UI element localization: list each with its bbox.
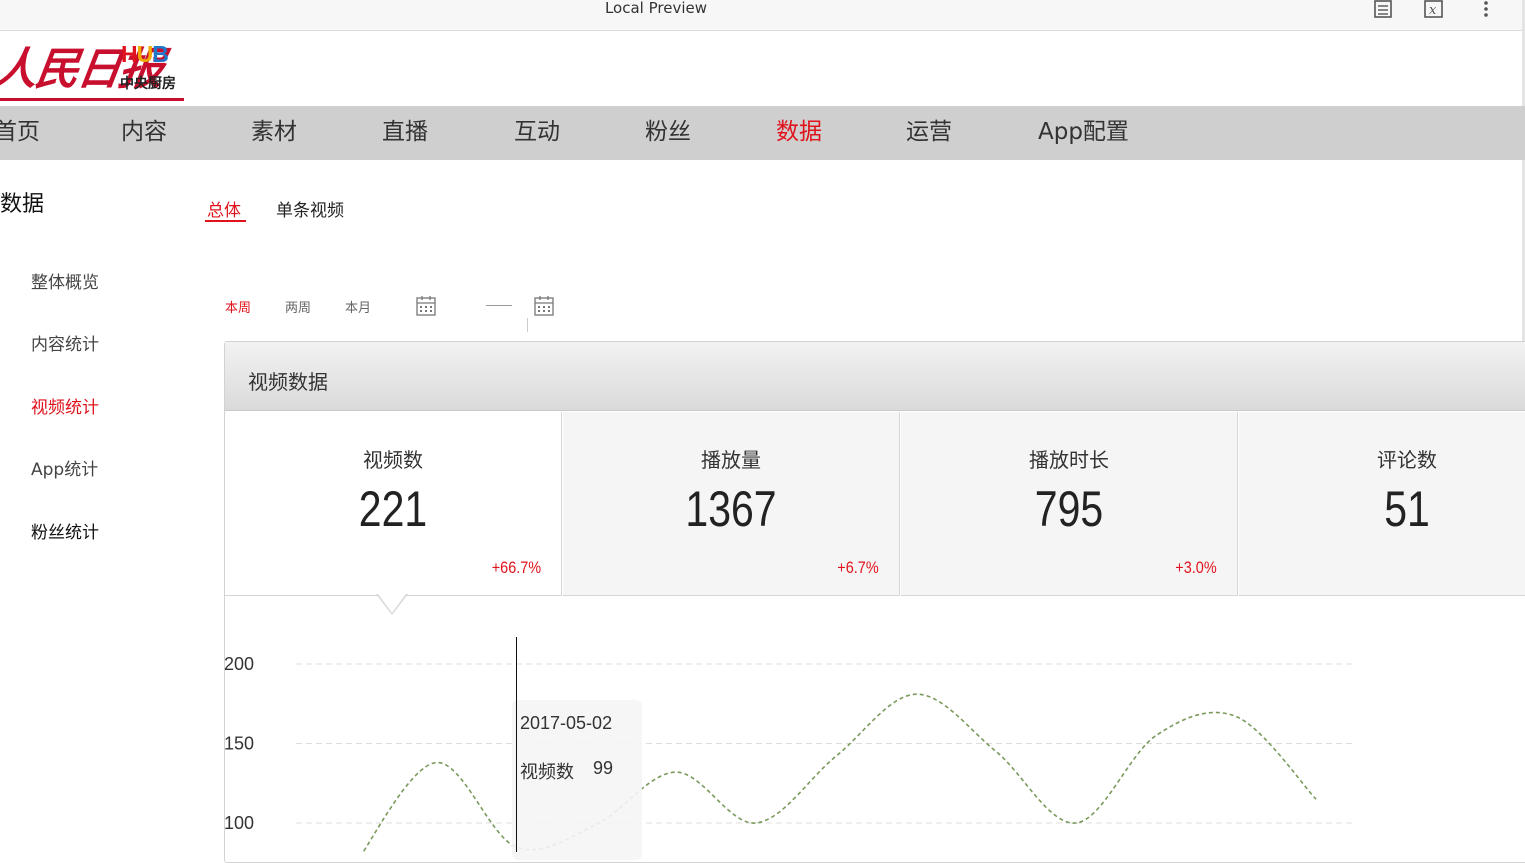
- data-point-2017-05-06[interactable]: [753, 820, 759, 826]
- nav-item-fans[interactable]: 粉丝: [645, 106, 691, 160]
- end-date-calendar-icon[interactable]: [533, 295, 555, 317]
- sidebar-item-overview[interactable]: 整体概览: [31, 268, 99, 293]
- data-point-2017-05-10[interactable]: [913, 691, 919, 697]
- nav-item-content[interactable]: 内容: [121, 106, 167, 160]
- y-tick-label: 150: [224, 734, 254, 754]
- document-icon[interactable]: [1373, 0, 1395, 20]
- video-count-line-chart: 100 150 200: [224, 654, 1356, 852]
- logo-hub: HUB: [121, 41, 169, 67]
- stat-value: 795: [1034, 481, 1104, 537]
- nav-item-operations[interactable]: 运营: [906, 106, 952, 160]
- stat-value: 51: [1384, 481, 1430, 537]
- stat-card-play-duration[interactable]: 播放时长 795 +3.0%: [901, 412, 1238, 596]
- data-point-2017-05-20[interactable]: [1313, 796, 1319, 802]
- sidebar-item-fan-stats[interactable]: 粉丝统计: [31, 518, 99, 543]
- sidebar-title: 数据: [0, 192, 45, 217]
- data-point-2017-05-04[interactable]: [673, 769, 679, 775]
- stat-label: 评论数: [1377, 448, 1437, 472]
- excel-icon[interactable]: x: [1424, 0, 1446, 20]
- data-point-2017-05-08[interactable]: [833, 753, 839, 759]
- stat-card-play-count[interactable]: 播放量 1367 +6.7%: [563, 412, 900, 596]
- period-this-month[interactable]: 本月: [345, 297, 371, 316]
- main-nav: 首页 内容 素材 直播 互动 粉丝 数据 运营 App配置: [0, 106, 1525, 160]
- stat-label: 播放时长: [1029, 448, 1109, 472]
- data-point-2017-05-16[interactable]: [1153, 733, 1159, 739]
- chart-cursor-line: [516, 637, 517, 852]
- tooltip-date: 2017-05-02: [520, 713, 613, 733]
- stat-label: 播放量: [701, 448, 761, 472]
- svg-text:x: x: [1429, 3, 1437, 18]
- date-range-separator: [486, 305, 512, 306]
- sidebar-item-app-stats[interactable]: App统计: [31, 455, 98, 480]
- panel-title: 视频数据: [248, 370, 328, 394]
- series-line-video-count: [362, 693, 1317, 852]
- logo-underline: [0, 98, 184, 101]
- tab-overall[interactable]: 总体: [207, 196, 241, 221]
- stat-value: 1367: [685, 481, 777, 537]
- sidebar-item-content-stats[interactable]: 内容统计: [31, 330, 99, 355]
- brand-logo[interactable]: 人民日报 HUB 中央厨房: [0, 33, 190, 103]
- nav-item-home[interactable]: 首页: [0, 106, 40, 160]
- nav-item-data[interactable]: 数据: [776, 106, 822, 160]
- stat-card-video-count[interactable]: 视频数 221 +66.7%: [225, 412, 562, 596]
- stat-delta: +66.7%: [491, 558, 541, 577]
- stat-label: 视频数: [363, 448, 423, 472]
- data-point-2017-05-18[interactable]: [1233, 713, 1239, 719]
- y-tick-label: 100: [224, 813, 254, 833]
- tab-underline: [205, 220, 246, 222]
- sidebar-item-video-stats[interactable]: 视频统计: [31, 393, 99, 418]
- active-card-pointer-fill: [378, 594, 406, 613]
- stat-card-comment-count[interactable]: 评论数 51 +3: [1239, 412, 1525, 596]
- period-this-week[interactable]: 本周: [225, 297, 251, 316]
- data-point-2017-04-28[interactable]: [433, 760, 439, 766]
- tooltip-series-label: 视频数: [520, 762, 574, 783]
- start-date-calendar-icon[interactable]: [415, 295, 437, 317]
- logo-subtitle: 中央厨房: [120, 76, 176, 92]
- nav-item-interaction[interactable]: 互动: [514, 106, 560, 160]
- period-two-weeks[interactable]: 两周: [285, 297, 311, 316]
- y-tick-label: 200: [224, 654, 254, 674]
- nav-item-app-config[interactable]: App配置: [1038, 106, 1129, 160]
- date-input-caret: [527, 318, 528, 332]
- tooltip-value: 99: [593, 758, 614, 778]
- tab-single-video[interactable]: 单条视频: [276, 196, 344, 221]
- preview-bar: Local Preview x: [0, 0, 1525, 31]
- stat-value: 221: [358, 481, 428, 537]
- preview-title: Local Preview: [604, 0, 708, 17]
- stat-delta: +6.7%: [837, 558, 879, 577]
- data-point-2017-05-12[interactable]: [993, 748, 999, 754]
- nav-item-materials[interactable]: 素材: [251, 106, 297, 160]
- stat-delta: +3.0%: [1175, 558, 1217, 577]
- panel-header: 视频数据: [225, 342, 1525, 411]
- more-vertical-icon[interactable]: [1480, 0, 1502, 20]
- data-point-2017-05-14[interactable]: [1073, 820, 1079, 826]
- nav-item-live[interactable]: 直播: [382, 106, 428, 160]
